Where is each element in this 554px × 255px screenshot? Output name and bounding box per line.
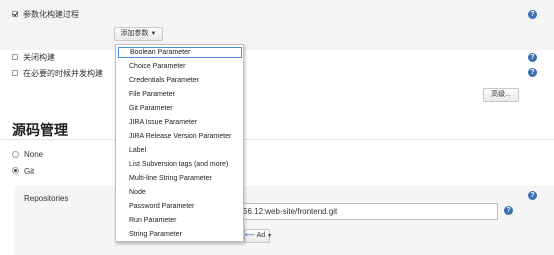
parameterized-section: [0, 0, 554, 50]
scm-git-label: Git: [24, 167, 35, 176]
menu-item-file-parameter[interactable]: File Parameter: [118, 89, 242, 100]
menu-item-list-subversion-tags[interactable]: List Subversion tags (and more): [118, 159, 242, 170]
menu-item-git-parameter[interactable]: Git Parameter: [118, 103, 242, 114]
menu-item-label[interactable]: Label: [118, 145, 242, 156]
parameter-type-menu: Boolean Parameter Choice Parameter Crede…: [115, 44, 244, 242]
help-icon[interactable]: ?: [528, 68, 537, 77]
help-icon[interactable]: ?: [504, 206, 513, 215]
parameterized-build-checkbox[interactable]: [12, 11, 18, 17]
divider: [0, 139, 554, 140]
repositories-panel: [14, 186, 554, 255]
scm-git-radio[interactable]: [12, 167, 19, 174]
menu-item-choice-parameter[interactable]: Choice Parameter: [118, 61, 242, 72]
add-button[interactable]: ⟵ Ad ▼: [244, 229, 273, 243]
add-parameter-label: 添加参数: [120, 30, 149, 37]
disable-build-label: 关闭构建: [23, 53, 55, 62]
menu-item-multi-line-string-parameter[interactable]: Multi-line String Parameter: [118, 173, 242, 184]
concurrent-build-label: 在必要的时候并发构建: [23, 69, 103, 78]
menu-item-string-parameter[interactable]: String Parameter: [118, 229, 242, 240]
advanced-button[interactable]: 高级...: [483, 88, 519, 102]
scm-none-radio[interactable]: [12, 151, 19, 158]
caret-down-icon: ▼: [267, 233, 273, 239]
add-button-label: Ad: [256, 232, 266, 239]
menu-item-jira-release-version-parameter[interactable]: JIRA Release Version Parameter: [118, 131, 242, 142]
menu-item-boolean-parameter[interactable]: Boolean Parameter: [118, 47, 242, 58]
menu-item-run-parameter[interactable]: Run Parameter: [118, 215, 242, 226]
add-parameter-button[interactable]: 添加参数 ▼: [114, 27, 163, 41]
menu-item-node[interactable]: Node: [118, 187, 242, 198]
help-icon[interactable]: ?: [528, 191, 537, 200]
parameterized-build-label: 参数化构建过程: [23, 10, 79, 19]
disable-build-checkbox[interactable]: [12, 54, 18, 60]
repository-url-value: 56.12:web-site/frontend.git: [243, 207, 338, 216]
scm-none-label: None: [24, 150, 44, 159]
caret-down-icon: ▼: [150, 31, 157, 37]
help-icon[interactable]: ?: [528, 10, 537, 19]
section-title-scm: 源码管理: [12, 122, 68, 138]
menu-item-password-parameter[interactable]: Password Parameter: [118, 201, 242, 212]
help-icon[interactable]: ?: [528, 53, 537, 62]
repository-url-input[interactable]: 56.12:web-site/frontend.git: [240, 203, 498, 220]
arrow-left-icon: ⟵: [245, 232, 256, 239]
menu-item-credentials-parameter[interactable]: Credentials Parameter: [118, 75, 242, 86]
concurrent-build-checkbox[interactable]: [12, 70, 18, 76]
repositories-label: Repositories: [24, 194, 69, 203]
menu-item-jira-issue-parameter[interactable]: JIRA Issue Parameter: [118, 117, 242, 128]
